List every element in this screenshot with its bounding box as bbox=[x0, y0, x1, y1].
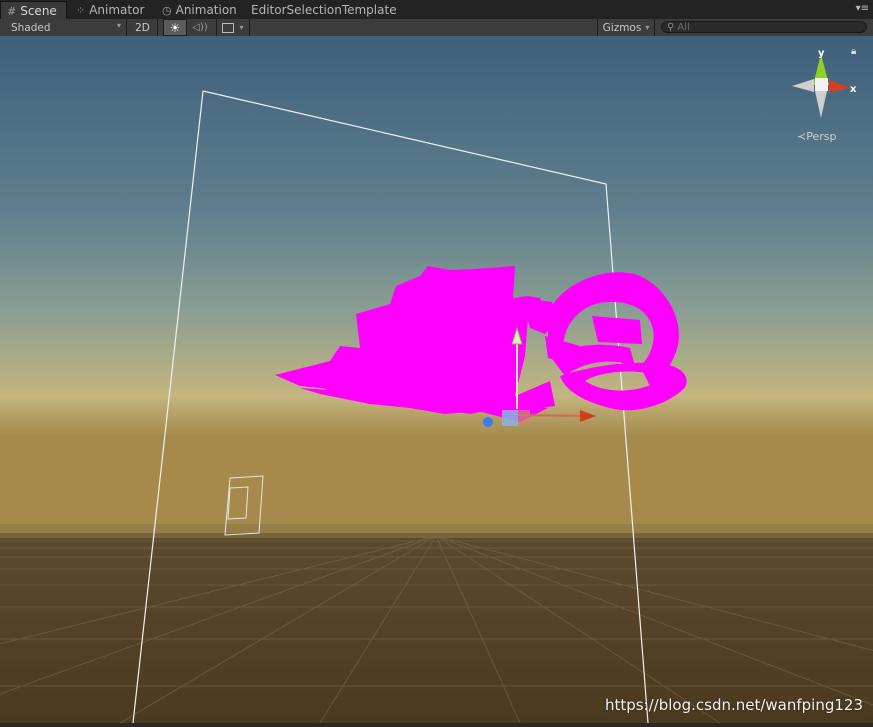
tab-scene[interactable]: # Scene bbox=[0, 1, 67, 20]
speaker-icon: ◁)) bbox=[192, 22, 208, 33]
lock-icon[interactable]: 🔒︎ bbox=[851, 46, 856, 57]
search-icon: ⚲ bbox=[667, 21, 675, 33]
tab-menu-icon[interactable]: ▾≡ bbox=[856, 3, 869, 14]
shading-mode-label: Shaded bbox=[11, 21, 51, 34]
scene-search-input[interactable]: ⚲ All bbox=[661, 21, 867, 33]
scene-lighting-toggle[interactable]: ☀ bbox=[163, 19, 187, 36]
projection-label: Persp bbox=[806, 130, 837, 143]
gizmos-label: Gizmos bbox=[602, 21, 642, 34]
center-cube-icon[interactable] bbox=[815, 78, 828, 91]
toggle-2d-label: 2D bbox=[135, 21, 150, 34]
gizmos-dropdown[interactable]: Gizmos ▾ bbox=[597, 19, 655, 36]
shading-mode-dropdown[interactable]: Shaded ▾ bbox=[0, 19, 127, 36]
dropdown-arrow-icon: ▾ bbox=[239, 23, 244, 32]
scene-audio-toggle[interactable]: ◁)) bbox=[188, 19, 212, 36]
ground-plane bbox=[0, 533, 873, 723]
scene-render[interactable]: y x bbox=[0, 36, 873, 724]
tab-label: Animator bbox=[89, 3, 145, 17]
x-axis-label: x bbox=[850, 84, 857, 95]
search-placeholder: All bbox=[677, 21, 690, 33]
xy-plane-handle[interactable] bbox=[502, 410, 518, 426]
scene-effects-dropdown[interactable]: ▾ bbox=[216, 19, 250, 36]
z-axis-handle[interactable] bbox=[483, 417, 493, 427]
sun-icon: ☀ bbox=[169, 20, 181, 35]
tab-label: Scene bbox=[20, 4, 57, 18]
projection-toggle[interactable]: ≺Persp bbox=[797, 130, 836, 143]
window-tab-bar: # Scene ⁘ Animator ◷ Animation EditorSel… bbox=[0, 0, 873, 20]
tab-animator[interactable]: ⁘ Animator bbox=[70, 1, 152, 19]
dropdown-arrow-icon: ▾ bbox=[645, 23, 650, 32]
image-effects-icon bbox=[222, 22, 235, 33]
tab-label: Animation bbox=[175, 3, 237, 17]
persp-chevron-icon: ≺ bbox=[797, 130, 807, 143]
dropdown-arrow-icon: ▾ bbox=[116, 21, 121, 30]
toggle-2d-button[interactable]: 2D bbox=[128, 19, 158, 36]
tab-animation[interactable]: ◷ Animation bbox=[156, 1, 240, 19]
xz-plane-handle[interactable] bbox=[518, 410, 530, 426]
scene-toolbar: Shaded ▾ 2D ☀ ◁)) ▾ Gizmos ▾ ⚲ All bbox=[0, 19, 873, 37]
tab-editor-selection-template[interactable]: EditorSelectionTemplate bbox=[245, 1, 397, 19]
tab-label: EditorSelectionTemplate bbox=[251, 3, 397, 17]
scene-viewport[interactable]: y x 🔒︎ ≺Persp https://blog.csdn.net/wanf… bbox=[0, 36, 873, 724]
scene-grid-icon: # bbox=[7, 4, 17, 18]
animator-icon: ⁘ bbox=[76, 3, 86, 17]
y-axis-label: y bbox=[818, 48, 825, 59]
animation-clock-icon: ◷ bbox=[162, 3, 172, 17]
watermark-text: https://blog.csdn.net/wanfping123 bbox=[604, 696, 863, 714]
